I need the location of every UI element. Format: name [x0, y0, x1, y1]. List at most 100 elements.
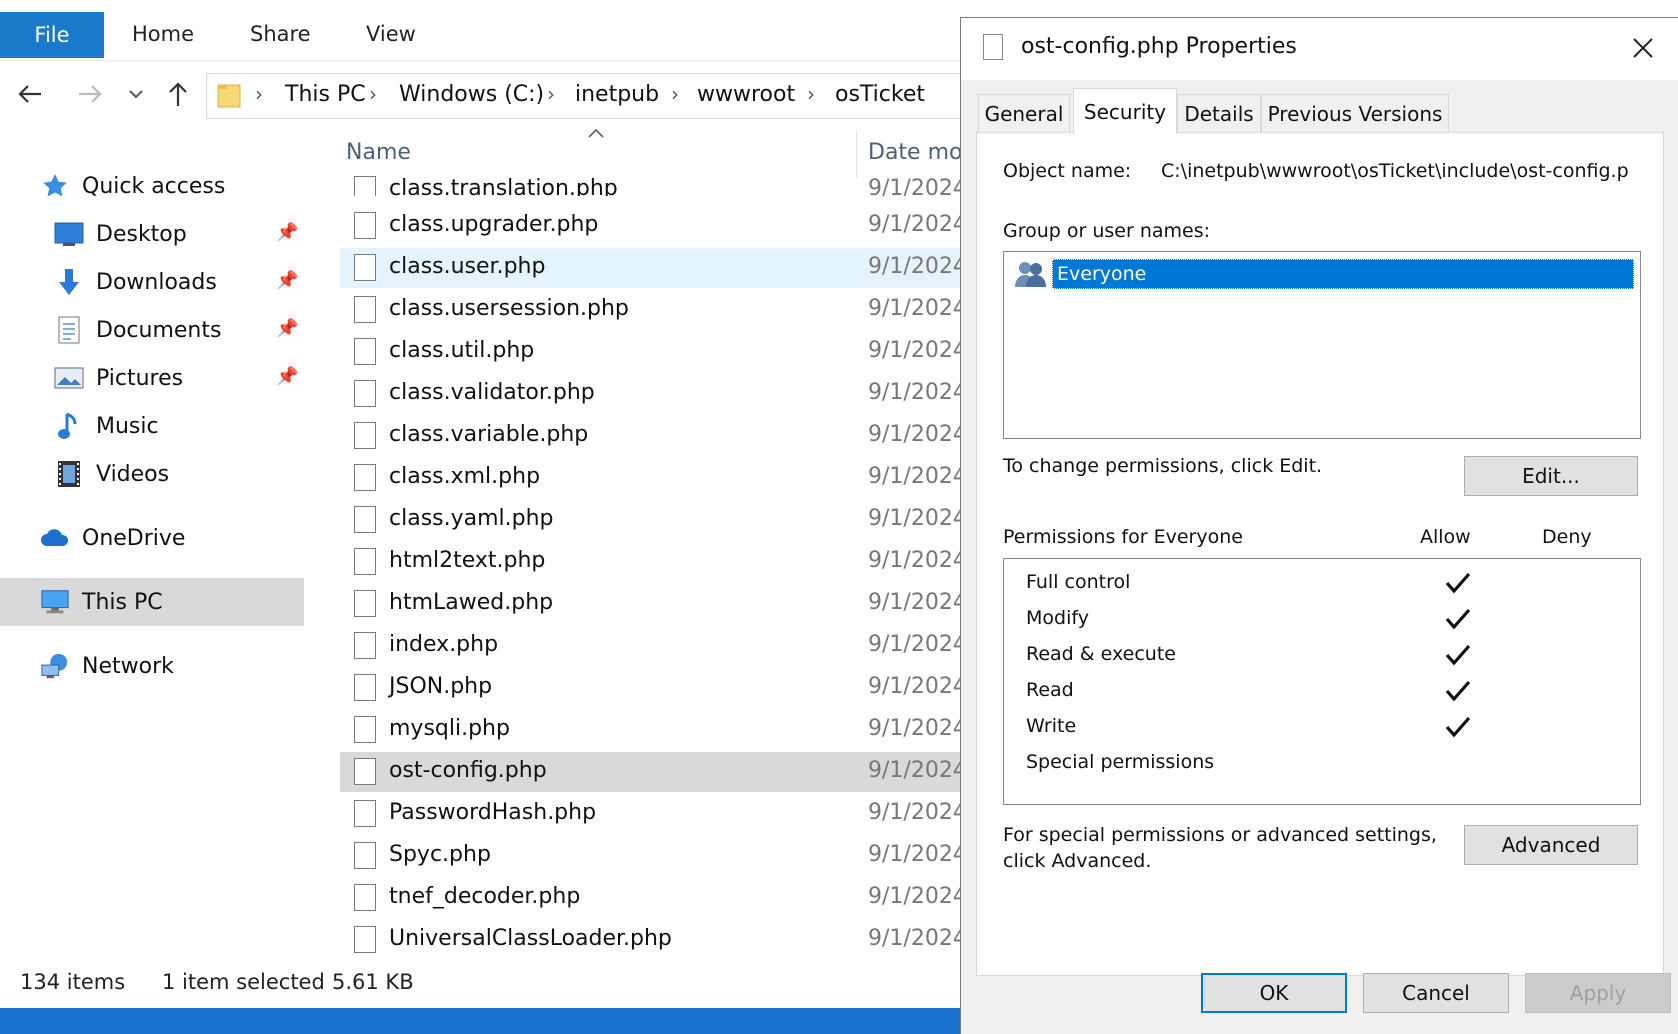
sidebar-item-pictures[interactable]: Pictures [54, 356, 183, 400]
breadcrumb-wwwroot[interactable]: wwwroot [697, 82, 795, 107]
file-date: 9/1/2024 [868, 548, 967, 573]
file-tab[interactable]: File [0, 12, 104, 58]
tab-security[interactable]: Security [1073, 88, 1177, 134]
permission-row: Full control [1026, 567, 1626, 601]
file-name: ost-config.php [389, 758, 547, 783]
permission-row: Read & execute [1026, 639, 1626, 673]
permission-row: Read [1026, 675, 1626, 709]
pin-icon[interactable]: 📌 [276, 270, 298, 291]
breadcrumb-windows-c[interactable]: Windows (C:) [399, 82, 544, 107]
object-name-value[interactable]: C:\inetpub\wwwroot\osTicket\include\ost-… [1161, 160, 1671, 182]
object-name-label: Object name: [1003, 160, 1132, 182]
tab-general[interactable]: General [978, 94, 1070, 132]
file-date: 9/1/2024 [868, 212, 967, 237]
recent-locations-icon[interactable] [120, 78, 152, 110]
breadcrumb-inetpub[interactable]: inetpub [575, 82, 659, 107]
table-row[interactable]: class.upgrader.php 9/1/2024 [340, 206, 967, 246]
file-icon [354, 716, 376, 743]
sidebar-item-quick-access[interactable]: Quick access [40, 164, 225, 208]
advanced-button[interactable]: Advanced [1464, 825, 1638, 865]
table-row[interactable]: htmLawed.php 9/1/2024 [340, 584, 967, 624]
table-row[interactable]: JSON.php 9/1/2024 [340, 668, 967, 708]
ok-button[interactable]: OK [1201, 973, 1347, 1013]
sidebar-item-documents[interactable]: Documents [54, 308, 221, 352]
sidebar-item-music[interactable]: Music [54, 404, 159, 448]
sidebar-item-label: OneDrive [82, 525, 186, 551]
chevron-right-icon: › [547, 82, 555, 106]
table-row[interactable]: class.yaml.php 9/1/2024 [340, 500, 967, 540]
chevron-right-icon: › [369, 82, 377, 106]
sidebar-item-network[interactable]: Network [40, 644, 174, 688]
table-row[interactable]: html2text.php 9/1/2024 [340, 542, 967, 582]
desktop-icon [54, 219, 84, 249]
permission-row: Special permissions [1026, 747, 1626, 781]
table-row[interactable]: class.usersession.php 9/1/2024 [340, 290, 967, 330]
special-permissions-text-2: click Advanced. [1003, 850, 1152, 872]
file-date: 9/1/2024 [868, 674, 967, 699]
permission-name: Read & execute [1026, 643, 1176, 665]
file-icon [354, 506, 376, 533]
file-date: 9/1/2024 [868, 176, 960, 196]
change-permissions-text: To change permissions, click Edit. [1003, 455, 1323, 477]
pin-icon[interactable]: 📌 [276, 318, 298, 339]
table-row[interactable]: UniversalClassLoader.php 9/1/2024 [340, 920, 967, 960]
tab-details[interactable]: Details [1177, 94, 1261, 132]
pin-icon[interactable]: 📌 [276, 366, 298, 387]
file-icon [354, 176, 376, 196]
apply-button[interactable]: Apply [1525, 973, 1671, 1013]
file-name: html2text.php [389, 548, 546, 573]
tab-previous-versions[interactable]: Previous Versions [1261, 94, 1449, 132]
table-row[interactable]: class.xml.php 9/1/2024 [340, 458, 967, 498]
file-icon [354, 254, 376, 281]
table-row[interactable]: class.util.php 9/1/2024 [340, 332, 967, 372]
back-icon[interactable] [14, 78, 46, 110]
tab-share[interactable]: Share [250, 22, 311, 46]
close-button[interactable] [1621, 28, 1665, 68]
table-row[interactable]: class.translation.php 9/1/2024 [340, 170, 960, 196]
file-name: Spyc.php [389, 842, 491, 867]
breadcrumb-osticket[interactable]: osTicket [835, 82, 925, 107]
column-header-date[interactable]: Date mo [868, 140, 962, 165]
breadcrumb-this-pc[interactable]: This PC [285, 82, 366, 107]
group-label: Group or user names: [1003, 220, 1211, 242]
table-row[interactable]: class.validator.php 9/1/2024 [340, 374, 967, 414]
forward-icon[interactable] [74, 78, 106, 110]
file-icon [354, 422, 376, 449]
list-item[interactable]: Everyone [1014, 258, 1634, 290]
sidebar-item-onedrive[interactable]: OneDrive [40, 516, 185, 560]
permission-name: Write [1026, 715, 1077, 737]
table-row[interactable]: class.user.php 9/1/2024 [340, 248, 967, 288]
checkmark-icon [1445, 572, 1471, 594]
pin-icon[interactable]: 📌 [276, 222, 298, 243]
table-row[interactable]: Spyc.php 9/1/2024 [340, 836, 967, 876]
pictures-icon [54, 363, 84, 393]
table-row[interactable]: mysqli.php 9/1/2024 [340, 710, 967, 750]
tab-view[interactable]: View [366, 22, 416, 46]
table-row[interactable]: PasswordHash.php 9/1/2024 [340, 794, 967, 834]
table-row[interactable]: tnef_decoder.php 9/1/2024 [340, 878, 967, 918]
file-icon [983, 34, 1003, 60]
file-name: class.yaml.php [389, 506, 554, 531]
file-date: 9/1/2024 [868, 842, 967, 867]
sidebar-item-this-pc[interactable]: This PC [40, 580, 163, 624]
file-name: class.xml.php [389, 464, 541, 489]
permission-name: Read [1026, 679, 1074, 701]
edit-button[interactable]: Edit... [1464, 456, 1638, 496]
status-item-count: 134 items [20, 970, 126, 994]
column-header-name[interactable]: Name [346, 140, 411, 165]
sidebar-item-desktop[interactable]: Desktop [54, 212, 187, 256]
properties-dialog: ost-config.php Properties General Securi… [960, 17, 1678, 1034]
group-user-list[interactable]: Everyone [1003, 251, 1641, 439]
dialog-title-bar[interactable]: ost-config.php Properties [961, 18, 1678, 80]
file-name: PasswordHash.php [389, 800, 597, 825]
table-row[interactable]: index.php 9/1/2024 [340, 626, 967, 666]
file-date: 9/1/2024 [868, 590, 967, 615]
cancel-button[interactable]: Cancel [1363, 973, 1509, 1013]
table-row[interactable]: class.variable.php 9/1/2024 [340, 416, 967, 456]
sidebar-item-downloads[interactable]: Downloads [54, 260, 217, 304]
up-icon[interactable] [162, 78, 194, 110]
file-date: 9/1/2024 [868, 254, 967, 279]
table-row[interactable]: ost-config.php 9/1/2024 [340, 752, 967, 792]
sidebar-item-videos[interactable]: Videos [54, 452, 169, 496]
tab-home[interactable]: Home [132, 22, 194, 46]
